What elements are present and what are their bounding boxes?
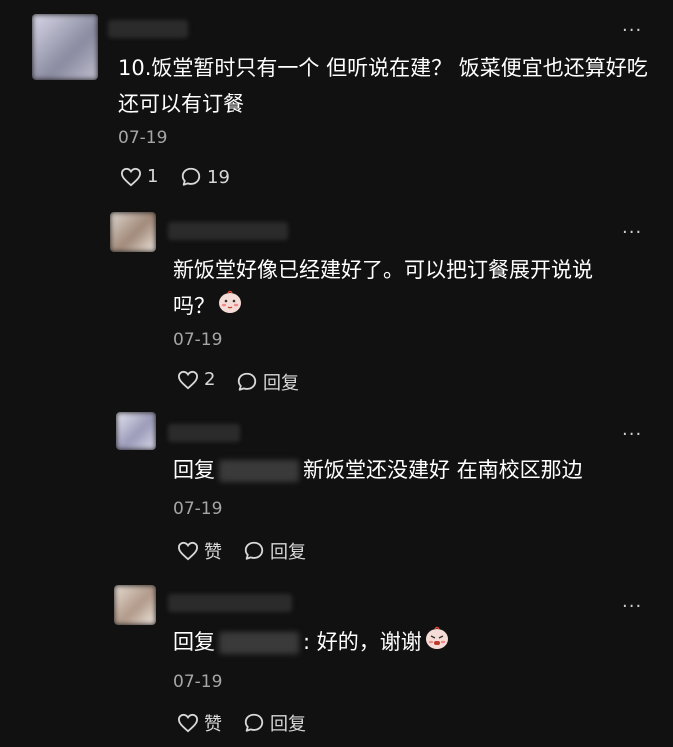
reply-button[interactable]: 19 bbox=[180, 166, 230, 188]
comment-bubble-icon bbox=[181, 167, 201, 186]
comment-bubble-icon bbox=[237, 372, 257, 391]
comment-text-content: 新饭堂还没建好 在南校区那边 bbox=[303, 458, 583, 482]
username-redacted bbox=[168, 594, 292, 612]
reply-prefix: 回复 bbox=[173, 630, 215, 654]
like-button[interactable]: 赞 bbox=[177, 710, 222, 736]
avatar[interactable] bbox=[32, 14, 98, 80]
more-options-icon[interactable]: ··· bbox=[622, 426, 642, 444]
like-button[interactable]: 1 bbox=[120, 166, 158, 187]
more-options-icon[interactable]: ··· bbox=[622, 22, 642, 40]
username-redacted bbox=[168, 222, 288, 240]
avatar[interactable] bbox=[114, 585, 156, 625]
reply-label: 回复 bbox=[270, 714, 306, 735]
avatar[interactable] bbox=[110, 212, 156, 252]
reply-button[interactable]: 回复 bbox=[243, 710, 306, 736]
like-button[interactable]: 2 bbox=[177, 369, 215, 390]
heart-icon bbox=[120, 167, 142, 186]
comment-date: 07-19 bbox=[173, 672, 223, 692]
comment-bubble-icon bbox=[244, 541, 264, 560]
blush-face-emoji bbox=[217, 289, 243, 325]
reply-prefix: 回复 bbox=[173, 458, 215, 482]
heart-icon bbox=[177, 713, 199, 733]
username-redacted bbox=[168, 424, 240, 442]
comment-bubble-icon bbox=[244, 713, 264, 732]
more-options-icon[interactable]: ··· bbox=[622, 224, 642, 242]
crying-face-emoji bbox=[424, 625, 450, 661]
heart-icon bbox=[177, 370, 199, 389]
username-redacted bbox=[108, 20, 188, 38]
mention-redacted[interactable] bbox=[219, 460, 299, 482]
like-count: 2 bbox=[204, 369, 216, 390]
comment-text: 回复 新饭堂还没建好 在南校区那边 bbox=[173, 452, 633, 488]
more-options-icon[interactable]: ··· bbox=[622, 598, 642, 616]
like-label: 赞 bbox=[204, 714, 222, 735]
reply-button[interactable]: 回复 bbox=[236, 369, 299, 395]
comment-date: 07-19 bbox=[118, 128, 168, 148]
mention-redacted[interactable] bbox=[219, 632, 299, 654]
like-label: 赞 bbox=[204, 542, 222, 563]
comment-text: 新饭堂好像已经建好了。可以把订餐展开说说吗？ bbox=[173, 252, 633, 325]
comment-text: 回复 : 好的，谢谢 bbox=[173, 624, 633, 661]
reply-label: 回复 bbox=[270, 542, 306, 563]
comment-text-content: : 好的，谢谢 bbox=[303, 630, 422, 654]
reply-button[interactable]: 回复 bbox=[243, 538, 306, 564]
reply-label: 回复 bbox=[263, 373, 299, 394]
like-count: 1 bbox=[147, 166, 159, 187]
heart-icon bbox=[177, 541, 199, 561]
comment-date: 07-19 bbox=[173, 499, 223, 519]
avatar[interactable] bbox=[116, 412, 156, 450]
reply-count: 19 bbox=[207, 166, 230, 188]
comment-text: 10.饭堂暂时只有一个 但听说在建？ 饭菜便宜也还算好吃 还可以有订餐 bbox=[118, 56, 648, 116]
comment-date: 07-19 bbox=[173, 330, 223, 350]
like-button[interactable]: 赞 bbox=[177, 538, 222, 564]
